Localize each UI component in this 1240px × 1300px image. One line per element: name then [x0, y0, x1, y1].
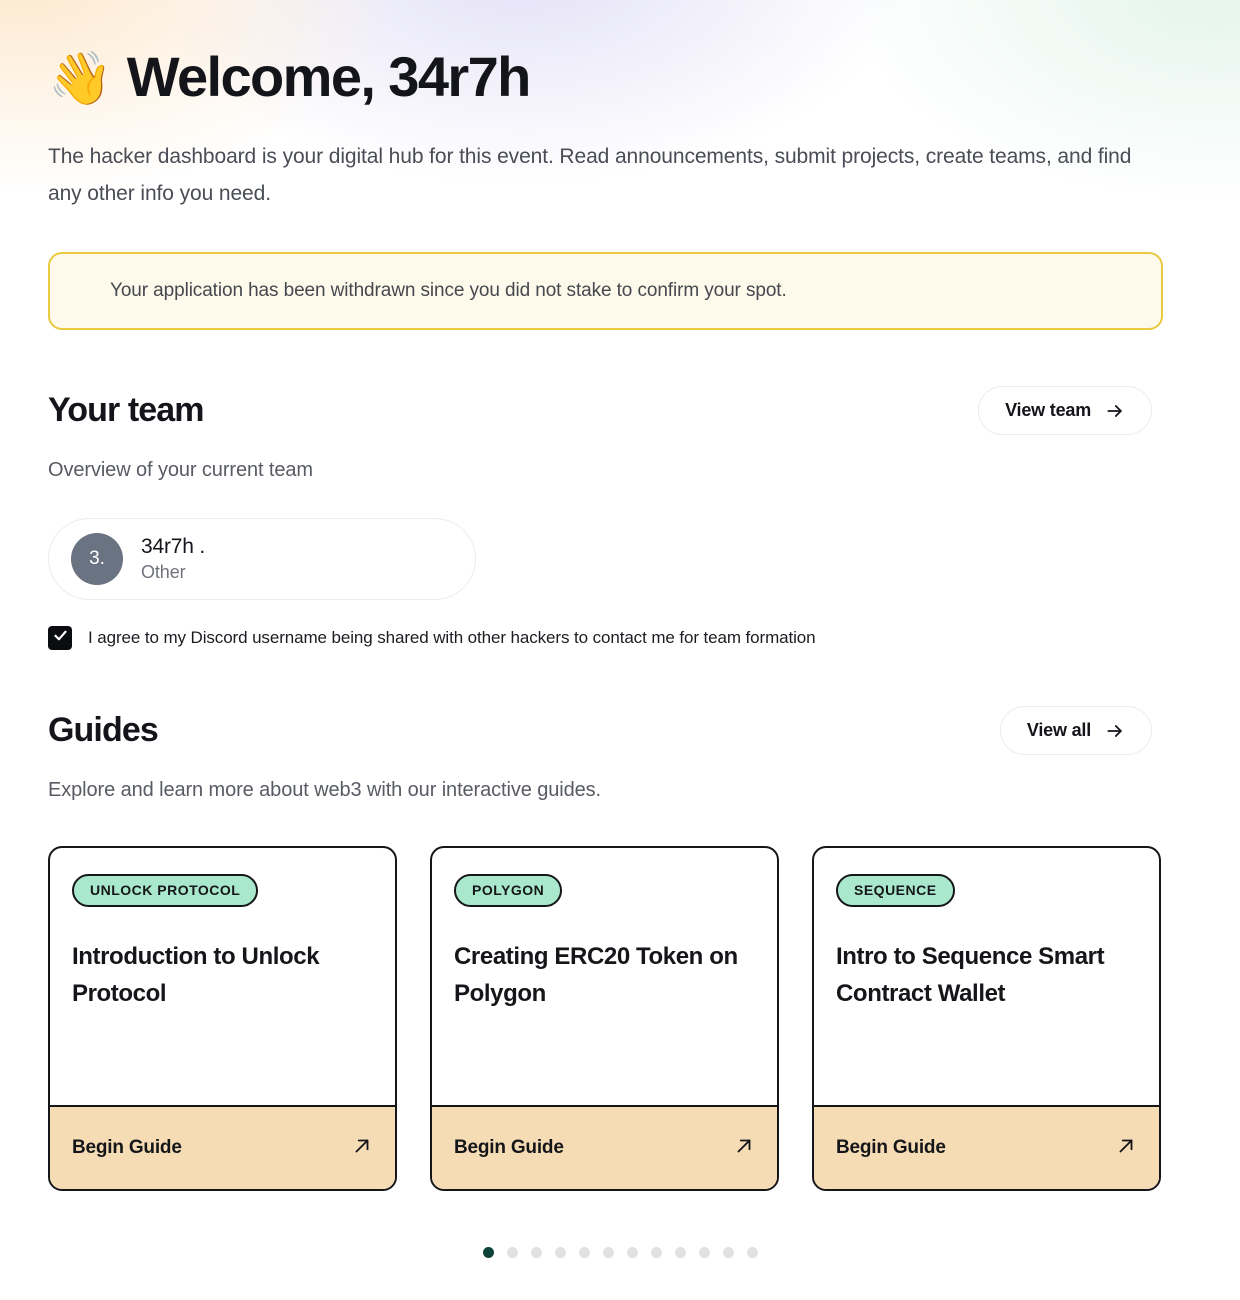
arrow-up-right-icon [1115, 1135, 1137, 1162]
carousel-dot[interactable] [674, 1247, 686, 1259]
guides-section-title: Guides [48, 711, 159, 750]
guide-title: Intro to Sequence Smart Contract Wallet [836, 943, 1105, 1007]
team-section-subtitle: Overview of your current team [48, 459, 313, 482]
guide-badge: UNLOCK PROTOCOL [72, 874, 259, 908]
carousel-dot[interactable] [722, 1247, 734, 1259]
arrow-right-icon [1105, 721, 1125, 741]
begin-guide-label: Begin Guide [836, 1137, 946, 1159]
check-icon [53, 628, 68, 648]
arrow-up-right-icon [351, 1135, 373, 1162]
team-section-header: Your team View team [48, 386, 1152, 436]
team-member-info: 34r7h . Other [141, 533, 205, 585]
team-member-name: 34r7h . [141, 535, 205, 559]
dashboard-page: 👋 Welcome, 34r7h The hacker dashboard is… [0, 0, 1240, 1259]
guide-badge: POLYGON [454, 874, 563, 908]
guides-section-header: Guides View all [48, 706, 1152, 756]
arrow-up-right-icon [733, 1135, 755, 1162]
page-title: Welcome, 34r7h [126, 45, 532, 108]
arrow-right-icon [1105, 401, 1125, 421]
carousel-dot[interactable] [530, 1247, 542, 1259]
carousel-dot[interactable] [602, 1247, 614, 1259]
intro-description: The hacker dashboard is your digital hub… [48, 144, 1132, 205]
team-member-card[interactable]: 3. 34r7h . Other [48, 518, 476, 601]
view-all-guides-button[interactable]: View all [999, 706, 1152, 756]
team-member-role: Other [141, 562, 186, 583]
view-team-button[interactable]: View team [978, 386, 1152, 436]
begin-guide-button[interactable]: Begin Guide [50, 1105, 395, 1190]
carousel-dot[interactable] [554, 1247, 566, 1259]
carousel-dot[interactable] [650, 1247, 662, 1259]
guide-card[interactable]: SEQUENCE Intro to Sequence Smart Contrac… [812, 846, 1161, 1192]
discord-consent-checkbox[interactable] [48, 626, 72, 651]
view-team-label: View team [1005, 400, 1091, 421]
welcome-header: 👋 Welcome, 34r7h [48, 0, 1192, 107]
guide-card[interactable]: POLYGON Creating ERC20 Token on Polygon … [430, 846, 779, 1192]
consent-row: I agree to my Discord username being sha… [48, 626, 1192, 651]
carousel-dot[interactable] [698, 1247, 710, 1259]
carousel-dot[interactable] [746, 1247, 758, 1259]
alert-message: Your application has been withdrawn sinc… [110, 280, 787, 302]
team-section-title: Your team [48, 391, 205, 430]
guide-cards-row: UNLOCK PROTOCOL Introduction to Unlock P… [48, 846, 1192, 1192]
carousel-dot[interactable] [482, 1247, 494, 1259]
carousel-pagination [48, 1247, 1192, 1259]
guide-card-body: SEQUENCE Intro to Sequence Smart Contrac… [814, 848, 1159, 1105]
guide-card[interactable]: UNLOCK PROTOCOL Introduction to Unlock P… [48, 846, 397, 1192]
carousel-dot[interactable] [626, 1247, 638, 1259]
waving-hand-icon: 👋 [48, 50, 113, 109]
begin-guide-label: Begin Guide [454, 1137, 564, 1159]
guides-section-subtitle: Explore and learn more about web3 with o… [48, 779, 602, 802]
view-all-label: View all [1026, 720, 1091, 741]
carousel-dot[interactable] [578, 1247, 590, 1259]
carousel-dot[interactable] [506, 1247, 518, 1259]
begin-guide-label: Begin Guide [72, 1137, 182, 1159]
guide-title: Creating ERC20 Token on Polygon [454, 943, 738, 1007]
guide-card-body: POLYGON Creating ERC20 Token on Polygon [432, 848, 777, 1105]
consent-label: I agree to my Discord username being sha… [88, 628, 816, 648]
avatar: 3. [71, 533, 123, 586]
begin-guide-button[interactable]: Begin Guide [432, 1105, 777, 1190]
guide-title: Introduction to Unlock Protocol [72, 943, 320, 1007]
guide-card-body: UNLOCK PROTOCOL Introduction to Unlock P… [50, 848, 395, 1105]
begin-guide-button[interactable]: Begin Guide [814, 1105, 1159, 1190]
guide-badge: SEQUENCE [836, 874, 955, 908]
application-status-alert: Your application has been withdrawn sinc… [48, 252, 1163, 331]
guides-section: Guides View all Explore and learn more a… [48, 706, 1192, 1259]
team-section: Your team View team Overview of your cur… [48, 386, 1192, 651]
